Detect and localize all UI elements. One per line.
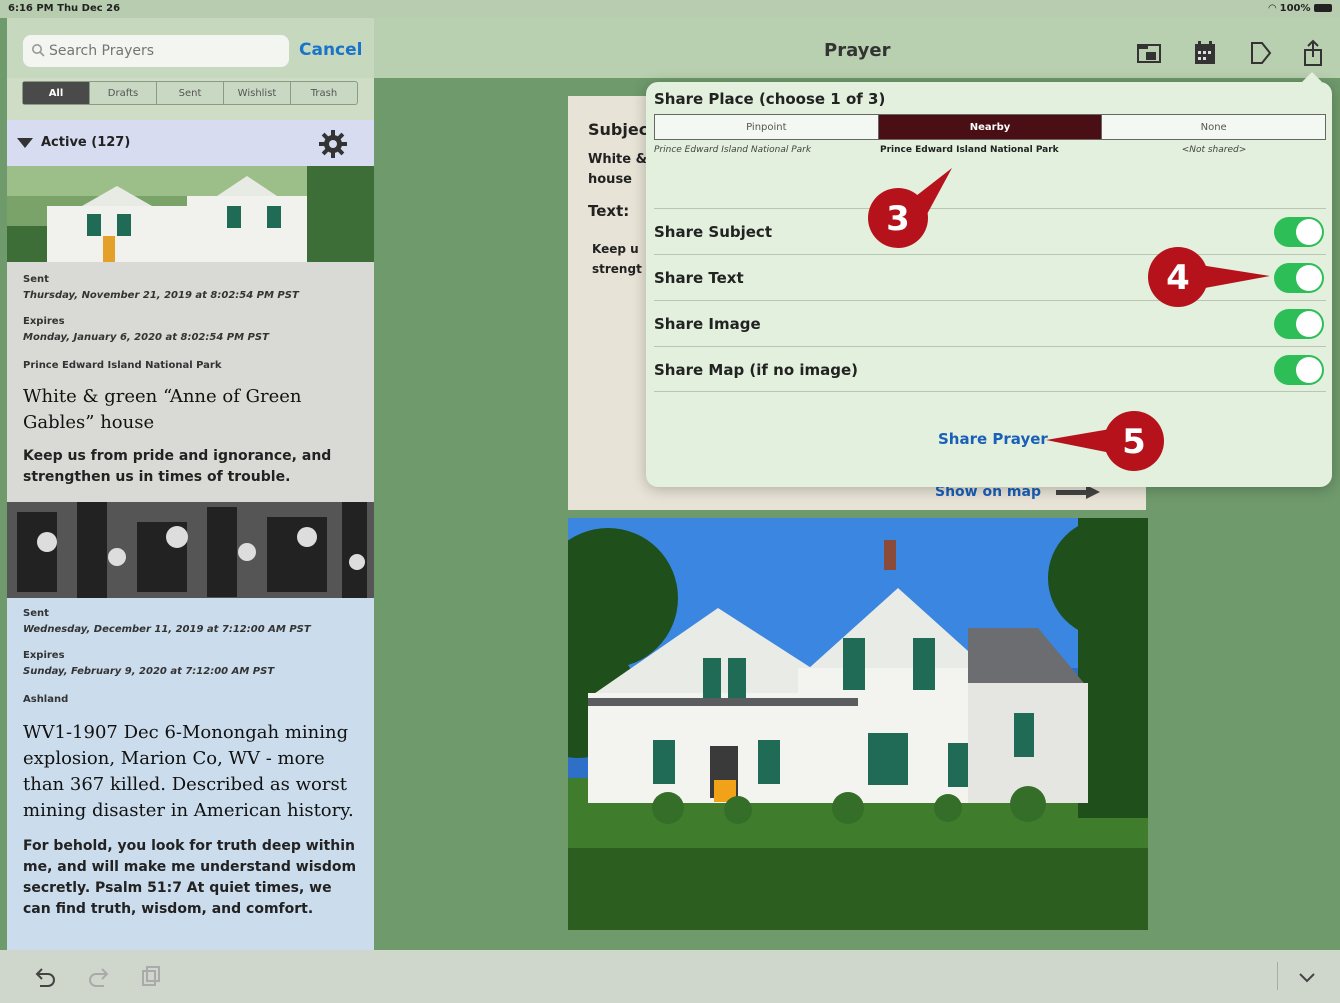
item-place: Prince Edward Island National Park	[23, 360, 222, 371]
item-thumbnail	[7, 502, 374, 598]
detail-header: Prayer	[374, 18, 1340, 78]
callout-3-label: 3	[886, 199, 910, 239]
text-label: Text:	[588, 202, 630, 220]
cancel-button[interactable]: Cancel	[299, 40, 362, 60]
place-value-pinpoint: Prince Edward Island National Park	[654, 145, 812, 155]
filter-trash[interactable]: Trash	[291, 82, 357, 104]
expires-date: Sunday, February 9, 2020 at 7:12:00 AM P…	[23, 666, 275, 677]
status-bar: 6:16 PM Thu Dec 26 ◠ 100%	[0, 0, 1340, 18]
search-icon	[32, 44, 45, 57]
text-body-line2: strengt	[592, 262, 642, 276]
share-image-toggle[interactable]	[1274, 309, 1324, 339]
list-item[interactable]: Sent Wednesday, December 11, 2019 at 7:1…	[7, 502, 374, 950]
disclosure-triangle-icon[interactable]	[17, 138, 33, 148]
filter-drafts[interactable]: Drafts	[90, 82, 157, 104]
share-map-row: Share Map (if no image)	[654, 346, 1326, 392]
arrow-right-icon	[1055, 485, 1100, 499]
share-subject-toggle[interactable]	[1274, 217, 1324, 247]
wifi-icon: ◠	[1268, 3, 1280, 14]
share-map-label: Share Map (if no image)	[654, 361, 859, 379]
item-title: WV1-1907 Dec 6-Monongah mining explosion…	[23, 722, 354, 821]
redo-icon[interactable]	[86, 964, 112, 990]
chevron-down-icon[interactable]	[1294, 964, 1320, 990]
sent-date: Wednesday, December 11, 2019 at 7:12:00 …	[23, 624, 311, 635]
send-icon[interactable]	[1246, 38, 1276, 68]
search-field[interactable]	[23, 35, 289, 67]
filter-segmented-control: All Drafts Sent Wishlist Trash	[22, 81, 358, 105]
keyboard-shortcut-bar	[0, 950, 1340, 1003]
item-place: Ashland	[23, 694, 69, 705]
divider	[1277, 962, 1278, 990]
status-time: 6:16 PM Thu Dec 26	[8, 3, 121, 14]
callout-3: 3	[868, 168, 952, 248]
expires-label: Expires	[23, 316, 65, 327]
place-value-nearby: Prince Edward Island National Park	[880, 145, 1059, 155]
gear-icon[interactable]	[317, 128, 349, 160]
page-title: Prayer	[824, 40, 891, 61]
search-bar: Cancel	[7, 18, 374, 78]
item-thumbnail	[7, 166, 374, 262]
share-place-segmented-control: Pinpoint Nearby None	[654, 114, 1326, 140]
share-text-toggle[interactable]	[1274, 263, 1324, 293]
filter-wishlist[interactable]: Wishlist	[224, 82, 291, 104]
share-text-label: Share Text	[654, 269, 744, 287]
item-body: For behold, you look for truth deep with…	[23, 838, 357, 917]
popover-arrow	[1302, 72, 1322, 82]
expires-date: Monday, January 6, 2020 at 8:02:54 PM PS…	[23, 332, 269, 343]
subject-text-line2: house	[588, 172, 632, 187]
image-folder-icon[interactable]	[1134, 38, 1164, 68]
item-body: Keep us from pride and ignorance, and st…	[23, 448, 332, 485]
callout-4: 4	[1148, 247, 1270, 307]
place-value-none: <Not shared>	[1181, 145, 1247, 155]
sent-label: Sent	[23, 274, 49, 285]
subject-label: Subjec	[588, 120, 649, 139]
filter-sent[interactable]: Sent	[157, 82, 224, 104]
share-icon[interactable]	[1298, 38, 1328, 68]
group-label: Active (127)	[41, 135, 131, 150]
place-option-nearby[interactable]: Nearby	[878, 115, 1103, 139]
share-place-title: Share Place (choose 1 of 3)	[654, 90, 886, 108]
status-battery: ◠ 100%	[1268, 3, 1332, 14]
undo-icon[interactable]	[32, 964, 58, 990]
prayer-list-sidebar: Cancel All Drafts Sent Wishlist Trash Ac…	[7, 18, 374, 950]
sent-label: Sent	[23, 608, 49, 619]
sent-date: Thursday, November 21, 2019 at 8:02:54 P…	[23, 290, 299, 301]
share-subject-label: Share Subject	[654, 223, 772, 241]
search-input[interactable]	[49, 40, 279, 62]
callout-5: 5	[1046, 411, 1164, 471]
place-option-none[interactable]: None	[1102, 115, 1326, 139]
share-map-toggle[interactable]	[1274, 355, 1324, 385]
expires-label: Expires	[23, 650, 65, 661]
subject-text: White &	[588, 152, 647, 167]
filter-all[interactable]: All	[23, 82, 90, 104]
item-title: White & green “Anne of Green Gables” hou…	[23, 386, 302, 433]
callout-5-label: 5	[1122, 422, 1146, 462]
text-body: Keep u	[592, 242, 639, 256]
place-option-pinpoint[interactable]: Pinpoint	[655, 115, 879, 139]
share-image-label: Share Image	[654, 315, 761, 333]
group-header-active[interactable]: Active (127)	[7, 120, 374, 166]
calendar-icon[interactable]	[1190, 38, 1220, 68]
callout-4-label: 4	[1166, 258, 1190, 298]
list-item[interactable]: Sent Thursday, November 21, 2019 at 8:02…	[7, 166, 374, 502]
battery-icon	[1314, 4, 1332, 12]
paste-icon[interactable]	[138, 964, 164, 990]
share-prayer-button[interactable]: Share Prayer	[938, 430, 1048, 448]
prayer-photo	[568, 518, 1148, 930]
